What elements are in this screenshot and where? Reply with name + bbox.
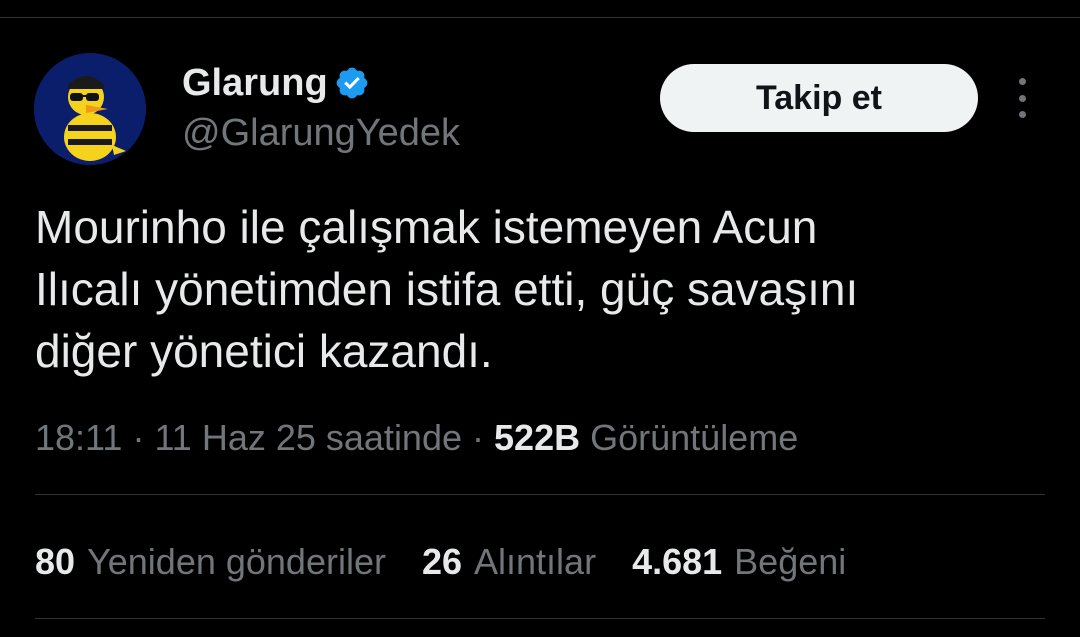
more-dot <box>1018 94 1026 102</box>
likes-count: 4.681 <box>632 541 723 582</box>
reposts-label: Yeniden gönderiler <box>87 541 386 582</box>
display-name[interactable]: Glarung <box>182 60 328 106</box>
meta-separator: · <box>472 417 485 458</box>
more-dot <box>1018 111 1026 118</box>
bottom-divider <box>35 618 1045 619</box>
reposts-count: 80 <box>35 541 76 582</box>
quotes-stat[interactable]: 26 Alıntılar <box>422 538 596 586</box>
tweet-date[interactable]: 11 Haz 25 saatinde <box>154 417 462 458</box>
views-label: Görüntüleme <box>590 417 799 458</box>
more-vertical-icon[interactable] <box>1004 78 1040 118</box>
top-divider <box>0 17 1080 18</box>
quotes-count: 26 <box>421 541 463 582</box>
stats-divider <box>35 494 1045 495</box>
views-count: 522B <box>494 417 581 458</box>
tweet-meta: 18:11 · 11 Haz 25 saatinde · 522B Görünt… <box>35 414 798 462</box>
avatar[interactable] <box>34 53 146 165</box>
author-name-row: Glarung <box>182 60 370 106</box>
meta-separator: · <box>132 417 145 458</box>
tweet-time[interactable]: 18:11 <box>35 417 122 458</box>
tweet-text: Mourinho ile çalışmak istemeyen Acun Ilı… <box>35 201 859 377</box>
reposts-stat[interactable]: 80 Yeniden gönderiler <box>35 538 386 586</box>
more-dot <box>1018 78 1026 85</box>
quotes-label: Alıntılar <box>474 541 597 582</box>
duck-avatar-icon <box>34 53 146 165</box>
likes-stat[interactable]: 4.681 Beğeni <box>632 538 846 586</box>
follow-button[interactable]: Takip et <box>660 64 978 132</box>
engagement-stats: 80 Yeniden gönderiler 26 Alıntılar 4.681 Be… <box>35 538 882 586</box>
likes-label: Beğeni <box>734 541 847 582</box>
verified-badge-icon <box>334 65 370 101</box>
author-handle[interactable]: @GlarungYedek <box>182 110 460 156</box>
